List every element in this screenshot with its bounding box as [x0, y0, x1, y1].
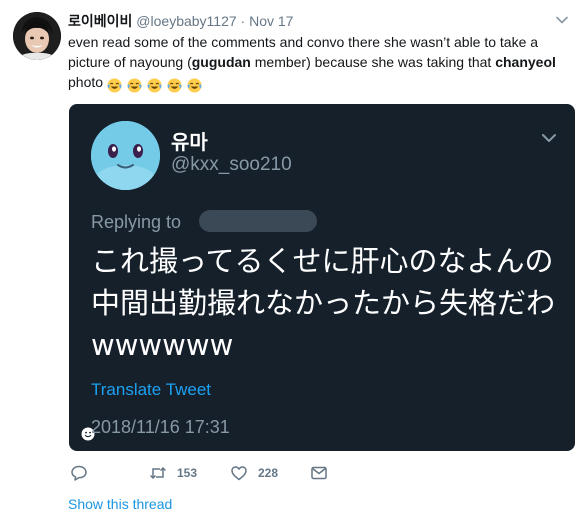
screenshot-tweet-text: これ撮ってるくせに肝心のなよんの中間出勤撮れなかったから失格だわwwwwww — [91, 244, 556, 362]
attached-screenshot[interactable]: 유마 @kxx_soo210 Replying to これ撮ってるくせに肝心のな… — [69, 104, 575, 451]
face-with-tears-of-joy-icon — [107, 78, 122, 93]
separator-dot: · — [240, 13, 246, 29]
replying-to-label: Replying to — [91, 212, 182, 232]
chevron-down-icon — [542, 134, 556, 142]
retweet-button[interactable]: 153 — [149, 464, 197, 482]
face-with-tears-of-joy-icon — [187, 78, 202, 93]
translate-tweet-link: Translate Tweet — [91, 380, 212, 399]
reply-button[interactable] — [70, 464, 98, 482]
like-count: 228 — [258, 466, 279, 480]
retweet-icon — [149, 466, 167, 480]
emoji-row — [107, 74, 203, 94]
envelope-icon — [311, 466, 327, 480]
tweet-actions: 153 228 — [70, 464, 370, 484]
tweet-text-part: member) because she was taking that — [250, 54, 496, 70]
screenshot-timestamp: 2018/11/16 17:31 — [91, 417, 230, 437]
face-with-tears-of-joy-icon — [147, 78, 162, 93]
heart-icon — [231, 466, 247, 481]
screenshot-user-handle: @kxx_soo210 — [171, 154, 292, 175]
retweet-count: 153 — [177, 466, 198, 480]
show-thread-link[interactable]: Show this thread — [68, 496, 172, 512]
tweet-text: even read some of the comments and convo… — [68, 32, 573, 94]
reply-icon — [71, 465, 87, 481]
tweet-text-bold: gugudan — [191, 54, 251, 70]
avatar[interactable] — [13, 12, 61, 60]
display-name[interactable]: 로이베이비 — [68, 14, 132, 30]
tweet-header: 로이베이비 @loeybaby1127 · Nov 17 — [68, 12, 293, 31]
face-with-tears-of-joy-icon — [127, 78, 142, 93]
direct-message-button[interactable] — [310, 464, 328, 482]
tweet-text-part: photo — [68, 74, 104, 90]
screenshot-avatar — [91, 121, 160, 190]
tweet-card[interactable]: 로이베이비 @loeybaby1127 · Nov 17 even read s… — [0, 0, 586, 526]
tweet-date[interactable]: Nov 17 — [249, 13, 293, 29]
redacted-username — [199, 210, 317, 232]
tweet-text-bold: chanyeol — [495, 54, 556, 70]
like-button[interactable]: 228 — [230, 464, 278, 482]
face-with-tears-of-joy-icon — [167, 78, 182, 93]
screenshot-display-name: 유마 — [171, 130, 208, 154]
chevron-down-icon[interactable] — [556, 14, 568, 26]
user-handle[interactable]: @loeybaby1127 — [136, 13, 236, 29]
